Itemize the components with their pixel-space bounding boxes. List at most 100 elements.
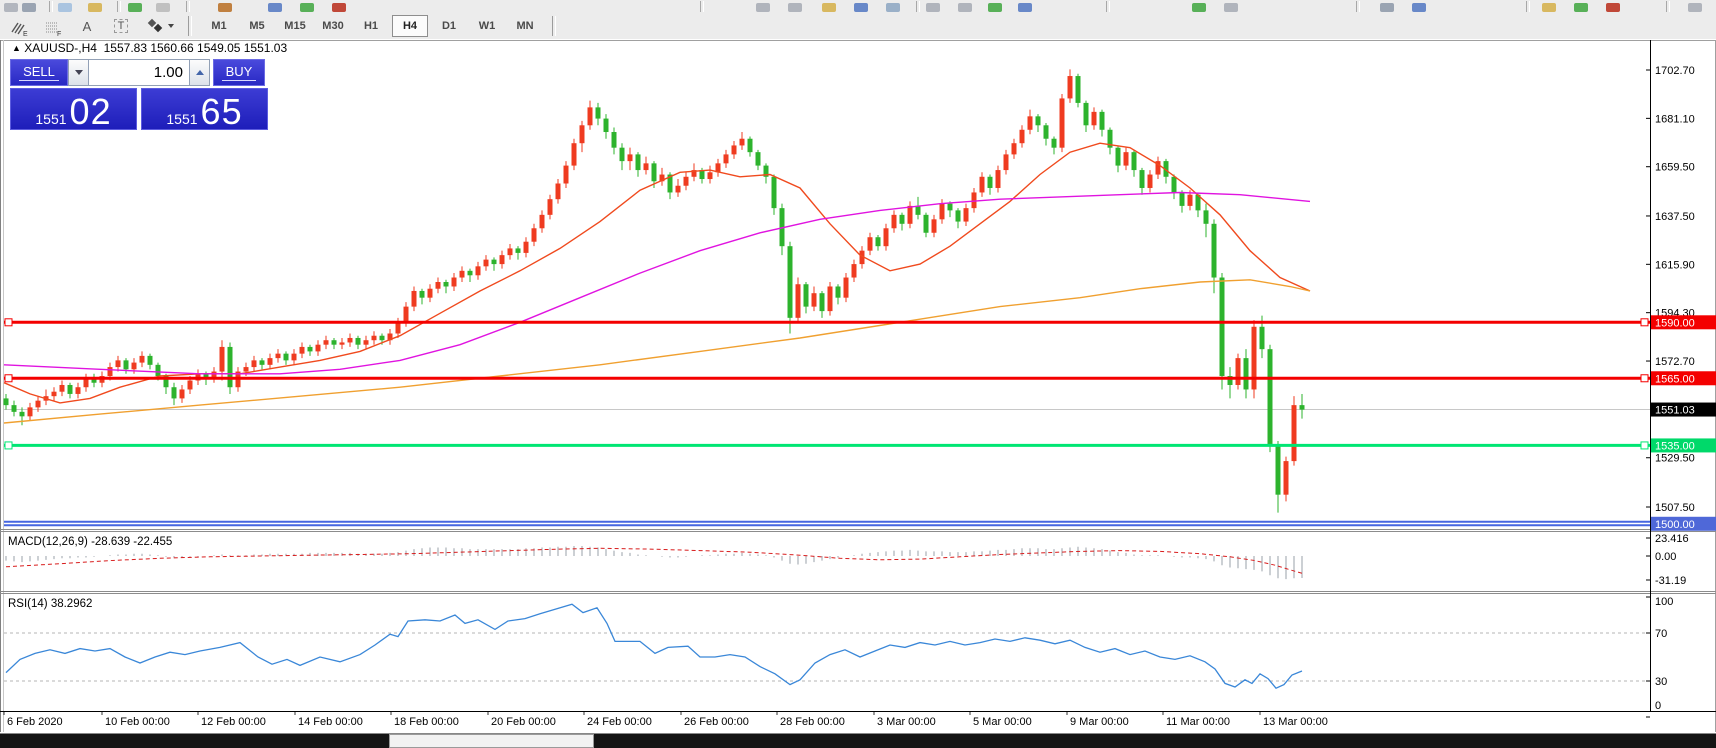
time-label: 18 Feb 00:00	[394, 716, 459, 728]
toolbar-icon-fragment[interactable]	[22, 3, 36, 12]
candle-body	[740, 139, 745, 146]
text-box-icon[interactable]: T	[106, 15, 136, 37]
toolbar-icon-fragment[interactable]	[1192, 3, 1206, 12]
sell-price-box[interactable]: 1551 02	[10, 88, 137, 130]
collapse-arrow-icon[interactable]: ▲	[12, 43, 21, 53]
volume-input[interactable]	[89, 59, 189, 86]
time-label: 14 Feb 00:00	[298, 716, 363, 728]
level-handle[interactable]	[5, 442, 12, 449]
toolbar-icon-fragment[interactable]	[788, 3, 802, 12]
toolbar-icon-fragment[interactable]	[988, 3, 1002, 12]
toolbar-separator	[186, 1, 190, 12]
tf-h1[interactable]: H1	[354, 16, 388, 36]
price-tick-label: 1529.50	[1655, 453, 1695, 465]
toolbar-icon-fragment[interactable]	[756, 3, 770, 12]
buy-price-box[interactable]: 1551 65	[141, 88, 268, 130]
toolbar-icon-fragment[interactable]	[332, 3, 346, 12]
candle-body	[1076, 76, 1081, 103]
time-label: 5 Mar 00:00	[973, 716, 1032, 728]
bottom-taskbar-segment[interactable]	[389, 734, 594, 748]
tf-h4[interactable]: H4	[392, 15, 428, 37]
toolbar-icon-fragment[interactable]	[1542, 3, 1556, 12]
toolbar-icon-fragment[interactable]	[1606, 3, 1620, 12]
level-handle[interactable]	[1641, 375, 1648, 382]
rsi-panel[interactable]	[4, 604, 1650, 688]
candle-body	[588, 107, 593, 125]
time-label: 24 Feb 00:00	[587, 716, 652, 728]
candle-body	[788, 246, 793, 318]
toolbar-icon-fragment[interactable]	[1380, 3, 1394, 12]
candle-body	[436, 282, 441, 289]
toolbar-icon-fragment[interactable]	[926, 3, 940, 12]
toolbar-icon-fragment[interactable]	[886, 3, 900, 12]
current-price-label: 1551.03	[1655, 405, 1695, 417]
level-badge-label: 1565.00	[1655, 373, 1695, 385]
toolbar-icon-fragment[interactable]	[218, 3, 232, 12]
toolbar-icon-fragment[interactable]	[300, 3, 314, 12]
toolbar-icon-fragment[interactable]	[156, 3, 170, 12]
candle-body	[1116, 148, 1121, 166]
toolbar-icon-fragment[interactable]	[958, 3, 972, 12]
candle-body	[548, 199, 553, 215]
volume-decrease-button[interactable]	[68, 59, 89, 86]
toolbar-icon-fragment[interactable]	[128, 3, 142, 12]
objects-dropdown-icon[interactable]	[140, 15, 180, 37]
indicators-icon[interactable]: E	[4, 15, 34, 37]
toolbar-icon-fragment[interactable]	[1018, 3, 1032, 12]
price-axis[interactable]: 1702.701681.101659.501637.501615.901594.…	[1646, 65, 1716, 717]
price-chart[interactable]: 1702.701681.101659.501637.501615.901594.…	[0, 39, 1716, 733]
toolbar-icon-fragment[interactable]	[1412, 3, 1426, 12]
toolbar-icon-fragment[interactable]	[1224, 3, 1238, 12]
time-label: 12 Feb 00:00	[201, 716, 266, 728]
candle-body	[1276, 445, 1281, 494]
candle-body	[1244, 358, 1249, 389]
candle-body	[964, 208, 969, 221]
time-label: 28 Feb 00:00	[780, 716, 845, 728]
toolbar-icon-fragment[interactable]	[854, 3, 868, 12]
toolbar-separator	[188, 16, 192, 36]
chart-window: 1702.701681.101659.501637.501615.901594.…	[0, 39, 1716, 733]
toolbar-icon-fragment[interactable]	[1574, 3, 1588, 12]
candle-body	[684, 177, 689, 186]
tf-m1[interactable]: M1	[202, 16, 236, 36]
toolbar-icon-fragment[interactable]	[1688, 3, 1702, 12]
candle-body	[900, 215, 905, 224]
candle-body	[148, 356, 153, 365]
candle-body	[172, 387, 177, 398]
buy-button[interactable]: BUY	[213, 59, 265, 86]
candle-body	[284, 354, 289, 361]
toolbar-icon-fragment[interactable]	[4, 3, 18, 12]
toolbar-icon-fragment[interactable]	[88, 3, 102, 12]
macd-panel[interactable]	[6, 546, 1302, 579]
candle-body	[708, 172, 713, 179]
level-handle[interactable]	[1641, 442, 1648, 449]
candle-body	[36, 401, 41, 408]
ohlc-values: 1557.83 1560.66 1549.05 1551.03	[104, 41, 288, 55]
candle-body	[916, 206, 921, 215]
svg-text:E: E	[23, 31, 28, 37]
sell-button[interactable]: SELL	[10, 59, 68, 86]
tf-m15[interactable]: M15	[278, 16, 312, 36]
level-handle[interactable]	[5, 375, 12, 382]
tf-w1[interactable]: W1	[470, 16, 504, 36]
rsi-scale-label: 30	[1655, 676, 1667, 688]
tf-m30[interactable]: M30	[316, 16, 350, 36]
candle-body	[644, 163, 649, 170]
toolbar-icon-fragment[interactable]	[58, 3, 72, 12]
candle-body	[1292, 405, 1297, 461]
level-handle[interactable]	[5, 319, 12, 326]
volume-increase-button[interactable]	[189, 59, 210, 86]
tf-d1[interactable]: D1	[432, 16, 466, 36]
candle-body	[20, 412, 25, 416]
candle-body	[1180, 192, 1185, 205]
grid-icon[interactable]: F	[38, 15, 68, 37]
main-panel[interactable]	[4, 69, 1651, 525]
tf-m5[interactable]: M5	[240, 16, 274, 36]
time-label: 20 Feb 00:00	[491, 716, 556, 728]
toolbar-icon-fragment[interactable]	[822, 3, 836, 12]
level-handle[interactable]	[1641, 319, 1648, 326]
tf-mn[interactable]: MN	[508, 16, 542, 36]
time-axis[interactable]: 6 Feb 202010 Feb 00:0012 Feb 00:0014 Feb…	[4, 712, 1328, 728]
text-label-icon[interactable]: A	[72, 15, 102, 37]
toolbar-icon-fragment[interactable]	[268, 3, 282, 12]
